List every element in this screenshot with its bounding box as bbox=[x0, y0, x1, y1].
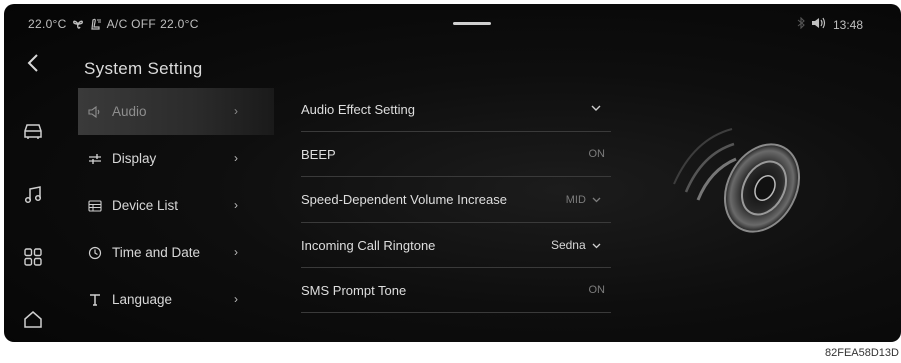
right-temperature: 22.0°C bbox=[160, 17, 199, 31]
text-t-icon bbox=[87, 293, 103, 307]
chevron-right-icon: › bbox=[234, 151, 238, 165]
fan-icon bbox=[71, 18, 85, 30]
device-list-icon bbox=[87, 199, 103, 213]
dropdown-value: MID bbox=[565, 193, 586, 206]
menu-item-device-list[interactable]: Device List › bbox=[78, 182, 274, 229]
menu-item-audio[interactable]: Audio › bbox=[78, 88, 274, 135]
setting-beep[interactable]: BEEP ON bbox=[301, 132, 611, 177]
vehicle-button[interactable] bbox=[20, 118, 46, 144]
setting-toggle-value[interactable]: ON bbox=[589, 148, 606, 160]
chevron-right-icon: › bbox=[234, 198, 238, 212]
status-bar: 22.0°C A/C OFF 22.0°C 13:48 bbox=[4, 4, 901, 42]
car-icon bbox=[24, 124, 42, 139]
volume-icon bbox=[811, 17, 827, 32]
menu-item-label: Language bbox=[112, 292, 173, 307]
apps-button[interactable] bbox=[20, 244, 46, 270]
menu-item-time-and-date[interactable]: Time and Date › bbox=[78, 229, 274, 276]
system-status: 13:48 bbox=[797, 16, 864, 32]
chevron-right-icon: › bbox=[234, 245, 238, 259]
setting-label: Audio Effect Setting bbox=[301, 101, 415, 117]
clock-time: 13:48 bbox=[833, 17, 864, 32]
seat-airflow-icon bbox=[89, 18, 103, 30]
menu-item-label: Display bbox=[112, 151, 157, 166]
menu-item-display[interactable]: Display › bbox=[78, 135, 274, 182]
climate-status[interactable]: 22.0°C A/C OFF 22.0°C bbox=[28, 17, 199, 31]
settings-menu: Audio › Display › Device List › Time and… bbox=[78, 88, 274, 323]
app-grid-icon bbox=[24, 248, 42, 266]
media-button[interactable] bbox=[20, 182, 46, 208]
chevron-down-icon bbox=[592, 197, 601, 202]
speaker-illustration bbox=[654, 114, 834, 254]
setting-label: Speed-Dependent Volume Increase bbox=[301, 192, 507, 207]
menu-item-label: Audio bbox=[112, 104, 147, 119]
menu-item-language[interactable]: Language › bbox=[78, 276, 274, 323]
setting-toggle-value[interactable]: ON bbox=[589, 284, 606, 296]
setting-speed-volume[interactable]: Speed-Dependent Volume Increase MID bbox=[301, 177, 611, 223]
ac-status: A/C OFF bbox=[106, 17, 157, 31]
left-temperature: 22.0°C bbox=[28, 17, 67, 31]
home-button[interactable] bbox=[20, 306, 46, 332]
sliders-icon bbox=[87, 152, 103, 166]
menu-item-label: Time and Date bbox=[112, 245, 201, 260]
audio-settings-list: Audio Effect Setting BEEP ON Speed-Depen… bbox=[301, 87, 611, 313]
chevron-left-icon bbox=[27, 54, 38, 72]
music-note-icon bbox=[24, 186, 42, 204]
dropdown-value: Sedna bbox=[550, 238, 586, 252]
page-title: System Setting bbox=[84, 59, 203, 78]
chevron-down-icon bbox=[591, 103, 601, 115]
infotainment-screen: 22.0°C A/C OFF 22.0°C 13:48 System Setti… bbox=[4, 4, 901, 342]
clock-icon bbox=[87, 246, 103, 260]
speaker-icon bbox=[87, 105, 103, 119]
bluetooth-icon bbox=[797, 16, 805, 32]
setting-label: BEEP bbox=[301, 146, 336, 162]
setting-incoming-ringtone[interactable]: Incoming Call Ringtone Sedna bbox=[301, 223, 611, 268]
image-code-label: 82FEA58D13D bbox=[825, 347, 899, 359]
chevron-right-icon: › bbox=[234, 104, 238, 118]
setting-dropdown[interactable]: Sedna bbox=[551, 238, 601, 252]
back-button[interactable] bbox=[20, 50, 46, 76]
setting-label: Incoming Call Ringtone bbox=[301, 237, 436, 253]
setting-label: SMS Prompt Tone bbox=[301, 282, 407, 298]
setting-audio-effect[interactable]: Audio Effect Setting bbox=[301, 87, 611, 132]
chevron-right-icon: › bbox=[234, 292, 238, 306]
setting-sms-prompt-tone[interactable]: SMS Prompt Tone ON bbox=[301, 268, 611, 313]
home-icon bbox=[24, 311, 42, 328]
menu-item-label: Device List bbox=[112, 198, 179, 213]
setting-dropdown[interactable]: MID bbox=[566, 194, 601, 206]
notification-handle[interactable] bbox=[453, 22, 491, 25]
chevron-down-icon bbox=[592, 243, 601, 249]
